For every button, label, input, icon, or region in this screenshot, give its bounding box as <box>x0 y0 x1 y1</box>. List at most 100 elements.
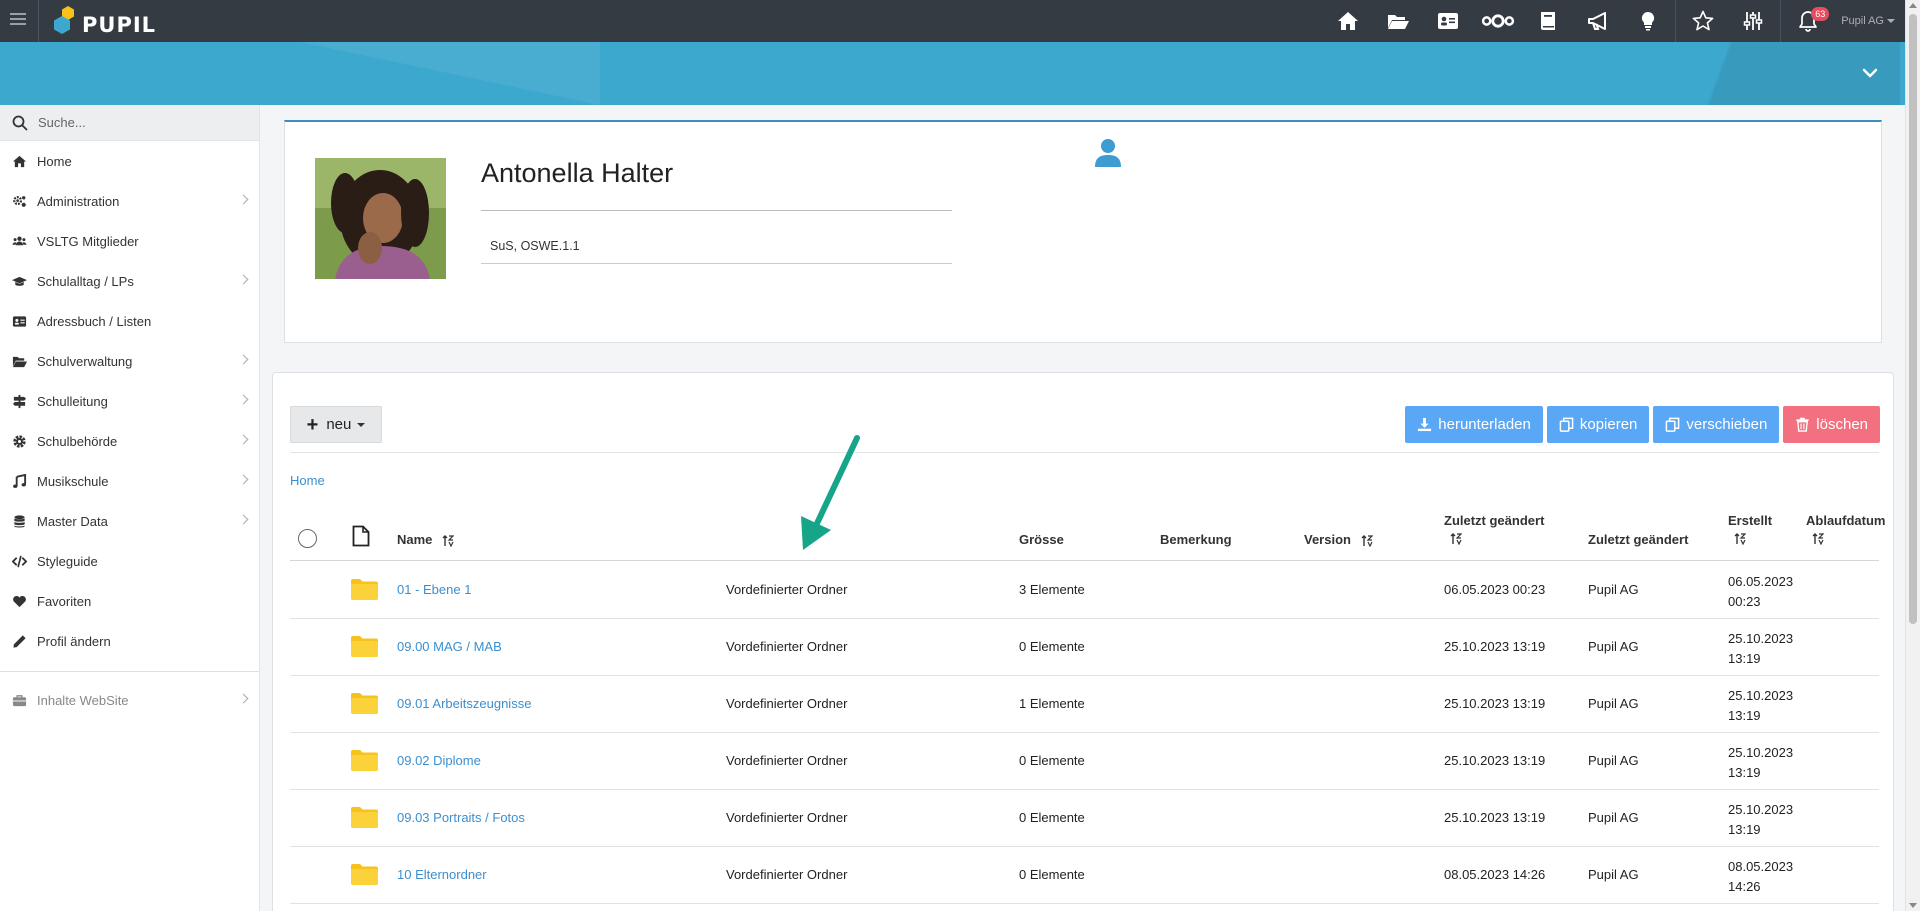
table-row[interactable]: 10 Elternordner Vordefinierter Ordner 0 … <box>290 847 1879 904</box>
sidebar: Home Administration VSLTG Mitglieder Sch… <box>0 105 260 911</box>
plus-icon: + <box>306 413 319 436</box>
scroll-down-icon[interactable] <box>1909 903 1917 908</box>
sidebar-item-administration[interactable]: Administration <box>0 181 259 221</box>
select-all-radio[interactable] <box>298 529 317 548</box>
logo-hexagon-icon <box>50 4 84 38</box>
sidebar-item-schulbehoerde[interactable]: Schulbehörde <box>0 421 259 461</box>
brand-logo[interactable]: PUPIL <box>50 4 156 38</box>
hamburger-menu-icon[interactable] <box>10 13 26 25</box>
folder-icon <box>351 636 378 657</box>
column-header-modified-by[interactable]: Zuletzt geändert <box>1588 532 1688 547</box>
sort-icon <box>1450 532 1462 545</box>
sort-icon <box>442 534 455 547</box>
folder-icon <box>351 579 378 600</box>
book-icon[interactable] <box>1523 0 1573 42</box>
sliders-icon[interactable] <box>1728 0 1778 42</box>
sidebar-item-label: Profil ändern <box>37 633 111 649</box>
column-header-size[interactable]: Grösse <box>1019 532 1064 547</box>
home-icon[interactable] <box>1323 0 1373 42</box>
copy-button[interactable]: kopieren <box>1546 406 1650 443</box>
scroll-up-icon[interactable] <box>1909 3 1917 8</box>
chevron-right-icon <box>238 194 249 205</box>
move-button[interactable]: verschieben <box>1653 406 1780 443</box>
sidebar-item-master-data[interactable]: Master Data <box>0 501 259 541</box>
file-name-link[interactable]: 10 Elternordner <box>397 867 487 882</box>
column-header-remark[interactable]: Bemerkung <box>1160 532 1232 547</box>
chevron-right-icon <box>238 354 249 365</box>
sidebar-item-inhalte-website[interactable]: Inhalte WebSite <box>0 680 259 720</box>
sidebar-item-styleguide[interactable]: Styleguide <box>0 541 259 581</box>
column-header-version[interactable]: Version <box>1304 532 1373 547</box>
caret-down-icon <box>357 422 366 427</box>
network-icon[interactable] <box>1473 0 1523 42</box>
sidebar-item-home[interactable]: Home <box>0 141 259 181</box>
file-created-time: 14:26 <box>1728 879 1761 894</box>
delete-button-label: löschen <box>1816 416 1868 433</box>
user-menu[interactable]: Pupil AG <box>1833 0 1905 42</box>
table-row[interactable]: 09.01 Arbeitszeugnisse Vordefinierter Or… <box>290 676 1879 733</box>
sidebar-item-favoriten[interactable]: Favoriten <box>0 581 259 621</box>
megaphone-icon[interactable] <box>1573 0 1623 42</box>
file-created-date: 25.10.2023 <box>1728 688 1794 703</box>
trash-icon <box>1796 417 1809 432</box>
delete-button[interactable]: löschen <box>1783 406 1880 443</box>
sidebar-item-adressbuch[interactable]: Adressbuch / Listen <box>0 301 259 341</box>
toolbar-divider <box>290 452 1879 453</box>
address-card-icon <box>11 313 27 329</box>
graduation-cap-icon <box>11 273 27 289</box>
star-icon[interactable] <box>1678 0 1728 42</box>
sidebar-item-vsltg-mitglieder[interactable]: VSLTG Mitglieder <box>0 221 259 261</box>
file-modified-by: Pupil AG <box>1588 867 1639 882</box>
download-icon <box>1418 417 1432 432</box>
file-name-link[interactable]: 09.01 Arbeitszeugnisse <box>397 696 531 711</box>
download-button[interactable]: herunterladen <box>1405 406 1543 443</box>
header-banner <box>0 42 1905 105</box>
table-row[interactable]: 09.00 MAG / MAB Vordefinierter Ordner 0 … <box>290 619 1879 676</box>
file-name-link[interactable]: 09.00 MAG / MAB <box>397 639 502 654</box>
heart-icon <box>11 593 27 609</box>
folder-open-icon[interactable] <box>1373 0 1423 42</box>
move-button-label: verschieben <box>1686 416 1768 433</box>
file-table-header: Name Grösse Bemerkung Version Zuletzt ge… <box>290 504 1885 561</box>
lightbulb-icon[interactable] <box>1623 0 1673 42</box>
table-row[interactable]: 01 - Ebene 1 Vordefinierter Ordner 3 Ele… <box>290 562 1879 619</box>
chevron-down-icon[interactable] <box>1861 64 1879 82</box>
sidebar-item-musikschule[interactable]: Musikschule <box>0 461 259 501</box>
breadcrumb[interactable]: Home <box>290 473 325 488</box>
file-created-time: 13:19 <box>1728 651 1761 666</box>
column-header-label: Zuletzt geändert <box>1444 513 1545 528</box>
file-modified-at: 25.10.2023 13:19 <box>1444 753 1546 768</box>
sidebar-search <box>0 105 259 141</box>
folder-open-icon <box>11 353 27 369</box>
column-header-name[interactable]: Name <box>397 532 455 547</box>
file-name-link[interactable]: 09.03 Portraits / Fotos <box>397 810 525 825</box>
sidebar-divider <box>0 671 259 672</box>
column-header-label: Erstellt <box>1728 513 1773 528</box>
id-card-icon[interactable] <box>1423 0 1473 42</box>
file-name-link[interactable]: 09.02 Diplome <box>397 753 481 768</box>
scrollbar-thumb[interactable] <box>1909 14 1917 624</box>
sidebar-item-schulleitung[interactable]: Schulleitung <box>0 381 259 421</box>
copy-button-label: kopieren <box>1579 416 1638 433</box>
column-header-created[interactable]: Erstellt <box>1728 513 1772 545</box>
table-row[interactable]: 09.02 Diplome Vordefinierter Ordner 0 El… <box>290 733 1879 790</box>
file-modified-by: Pupil AG <box>1588 582 1639 597</box>
page-scrollbar[interactable] <box>1905 0 1920 911</box>
bell-icon[interactable]: 63 <box>1783 0 1833 42</box>
column-header-modified-at[interactable]: Zuletzt geändert <box>1444 513 1544 545</box>
new-button[interactable]: + neu <box>290 406 382 443</box>
file-name-link[interactable]: 01 - Ebene 1 <box>397 582 471 597</box>
file-created-time: 13:19 <box>1728 822 1761 837</box>
file-modified-at: 25.10.2023 13:19 <box>1444 696 1546 711</box>
sidebar-item-schulalltag[interactable]: Schulalltag / LPs <box>0 261 259 301</box>
table-row[interactable]: 09.03 Portraits / Fotos Vordefinierter O… <box>290 790 1879 847</box>
column-header-expiry[interactable]: Ablaufdatum <box>1806 513 1885 545</box>
profile-divider <box>481 210 952 211</box>
folder-icon <box>351 864 378 885</box>
search-input[interactable] <box>38 115 238 130</box>
sidebar-item-schulverwaltung[interactable]: Schulverwaltung <box>0 341 259 381</box>
cogs-icon <box>11 193 27 209</box>
sidebar-item-profil-aendern[interactable]: Profil ändern <box>0 621 259 661</box>
database-icon <box>11 513 27 529</box>
file-size: 0 Elemente <box>1019 810 1085 825</box>
